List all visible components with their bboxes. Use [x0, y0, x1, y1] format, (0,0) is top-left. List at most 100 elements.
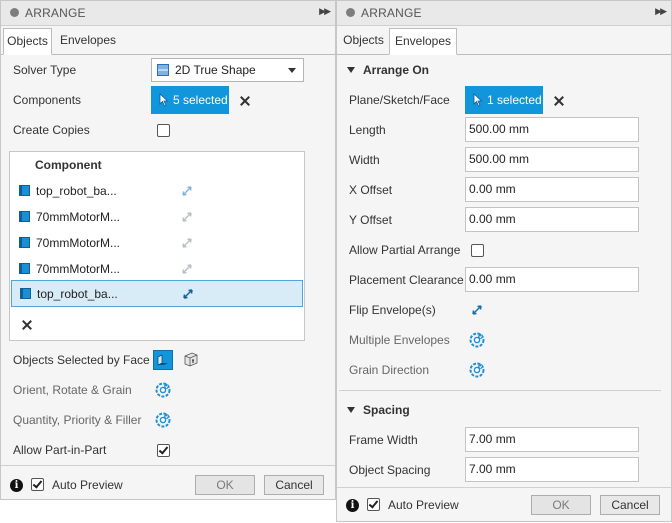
allow-partial-arrange-checkbox[interactable] — [471, 244, 484, 257]
settings-gear-icon[interactable] — [469, 362, 485, 378]
auto-preview-checkbox[interactable] — [31, 478, 44, 491]
chevron-down-icon — [288, 68, 296, 73]
table-row[interactable]: top_robot_ba... — [11, 178, 303, 204]
settings-gear-icon[interactable] — [469, 332, 485, 348]
plane-selection-count: 1 selected — [487, 93, 542, 107]
solver-type-label: Solver Type — [13, 63, 77, 77]
cancel-button[interactable]: Cancel — [600, 495, 660, 515]
components-label: Components — [13, 93, 82, 107]
footer-divider — [337, 487, 671, 488]
ok-button[interactable]: OK — [195, 475, 255, 495]
component-icon — [20, 288, 31, 299]
component-column-header: Component — [35, 158, 102, 172]
dialog-footer: i Auto Preview OK Cancel — [337, 489, 671, 523]
component-name: 70mmMotorM... — [36, 236, 121, 250]
flip-icon[interactable] — [179, 183, 195, 199]
create-copies-checkbox[interactable] — [157, 124, 170, 137]
component-name: top_robot_ba... — [37, 287, 118, 301]
component-table: Component top_robot_ba... 70mmMotorM... … — [9, 151, 305, 341]
object-spacing-input[interactable]: 7.00 mm — [465, 457, 639, 482]
solver-type-value: 2D True Shape — [175, 63, 256, 77]
y-offset-input[interactable]: 0.00 mm — [465, 207, 639, 232]
flip-icon[interactable] — [179, 261, 195, 277]
ok-button[interactable]: OK — [531, 495, 591, 515]
tab-objects[interactable]: Objects — [339, 28, 388, 54]
component-name: 70mmMotorM... — [36, 210, 121, 224]
clear-selection-icon[interactable] — [239, 95, 251, 107]
grain-direction-label: Grain Direction — [349, 363, 430, 377]
quantity-priority-filler-label: Quantity, Priority & Filler — [13, 413, 142, 427]
footer-divider — [1, 465, 335, 466]
tab-objects[interactable]: Objects — [3, 28, 52, 55]
face-mode-off-button[interactable] — [182, 350, 202, 370]
dialog-footer: i Auto Preview OK Cancel — [1, 469, 335, 503]
objects-selected-by-face-label: Objects Selected by Face — [13, 353, 150, 367]
auto-preview-checkbox[interactable] — [367, 498, 380, 511]
component-icon — [19, 185, 30, 196]
orient-rotate-grain-label: Orient, Rotate & Grain — [13, 383, 132, 397]
info-icon[interactable]: i — [10, 479, 23, 492]
clear-selection-icon[interactable] — [553, 95, 565, 107]
dialog-status-icon — [346, 8, 355, 17]
dialog-status-icon — [10, 8, 19, 17]
arrange-on-section-header[interactable]: Arrange On — [347, 63, 429, 77]
collapse-triangle-icon — [347, 67, 355, 73]
tab-envelopes[interactable]: Envelopes — [55, 28, 121, 54]
allow-part-in-part-checkbox[interactable] — [157, 444, 170, 457]
component-icon — [19, 211, 30, 222]
x-offset-input[interactable]: 0.00 mm — [465, 177, 639, 202]
info-icon[interactable]: i — [346, 499, 359, 512]
expand-icon[interactable]: ▶▶ — [655, 6, 667, 17]
plane-sketch-face-label: Plane/Sketch/Face — [349, 93, 450, 107]
component-name: top_robot_ba... — [36, 184, 117, 198]
settings-gear-icon[interactable] — [155, 382, 171, 398]
components-select-button[interactable]: 5 selected — [151, 86, 229, 114]
remove-component-icon[interactable] — [21, 319, 33, 331]
solver-type-select[interactable]: 2D True Shape — [151, 58, 304, 82]
component-icon — [19, 263, 30, 274]
dialog-title: ARRANGE — [361, 6, 422, 20]
length-input[interactable]: 500.00 mm — [465, 117, 639, 142]
pointer-icon — [473, 93, 483, 107]
table-row[interactable]: 70mmMotorM... — [11, 204, 303, 230]
component-icon — [19, 237, 30, 248]
arrange-dialog-envelopes: ARRANGE ▶▶ Objects Envelopes Arrange On … — [336, 0, 672, 522]
plane-select-button[interactable]: 1 selected — [465, 86, 543, 114]
allow-part-in-part-label: Allow Part-in-Part — [13, 443, 107, 457]
flip-icon[interactable] — [469, 302, 485, 318]
true-shape-icon — [157, 64, 169, 76]
settings-gear-icon[interactable] — [155, 412, 171, 428]
length-label: Length — [349, 123, 386, 137]
y-offset-label: Y Offset — [349, 213, 392, 227]
tab-envelopes[interactable]: Envelopes — [389, 28, 457, 55]
width-input[interactable]: 500.00 mm — [465, 147, 639, 172]
frame-width-label: Frame Width — [349, 433, 418, 447]
expand-icon[interactable]: ▶▶ — [319, 6, 331, 17]
dialog-titlebar: ARRANGE ▶▶ — [337, 1, 671, 26]
auto-preview-label: Auto Preview — [52, 478, 123, 492]
placement-clearance-input[interactable]: 0.00 mm — [465, 267, 639, 292]
flip-envelopes-label: Flip Envelope(s) — [349, 303, 436, 317]
auto-preview-label: Auto Preview — [388, 498, 459, 512]
placement-clearance-label: Placement Clearance — [349, 273, 464, 287]
allow-partial-arrange-label: Allow Partial Arrange — [349, 243, 461, 257]
dialog-titlebar: ARRANGE ▶▶ — [1, 1, 335, 26]
table-row[interactable]: 70mmMotorM... — [11, 230, 303, 256]
table-row-selected[interactable]: top_robot_ba... — [11, 280, 303, 307]
spacing-section-header[interactable]: Spacing — [347, 403, 410, 417]
tab-bar: Objects Envelopes — [337, 26, 671, 55]
table-row[interactable]: 70mmMotorM... — [11, 256, 303, 282]
object-spacing-label: Object Spacing — [349, 463, 431, 477]
flip-icon[interactable] — [180, 286, 196, 302]
tab-bar: Objects Envelopes — [1, 26, 335, 55]
x-offset-label: X Offset — [349, 183, 393, 197]
cancel-button[interactable]: Cancel — [264, 475, 324, 495]
face-mode-on-button[interactable] — [153, 350, 173, 370]
frame-width-input[interactable]: 7.00 mm — [465, 427, 639, 452]
multiple-envelopes-label: Multiple Envelopes — [349, 333, 450, 347]
component-name: 70mmMotorM... — [36, 262, 121, 276]
flip-icon[interactable] — [179, 235, 195, 251]
flip-icon[interactable] — [179, 209, 195, 225]
width-label: Width — [349, 153, 380, 167]
arrange-dialog-objects: ARRANGE ▶▶ Objects Envelopes Solver Type… — [0, 0, 336, 500]
